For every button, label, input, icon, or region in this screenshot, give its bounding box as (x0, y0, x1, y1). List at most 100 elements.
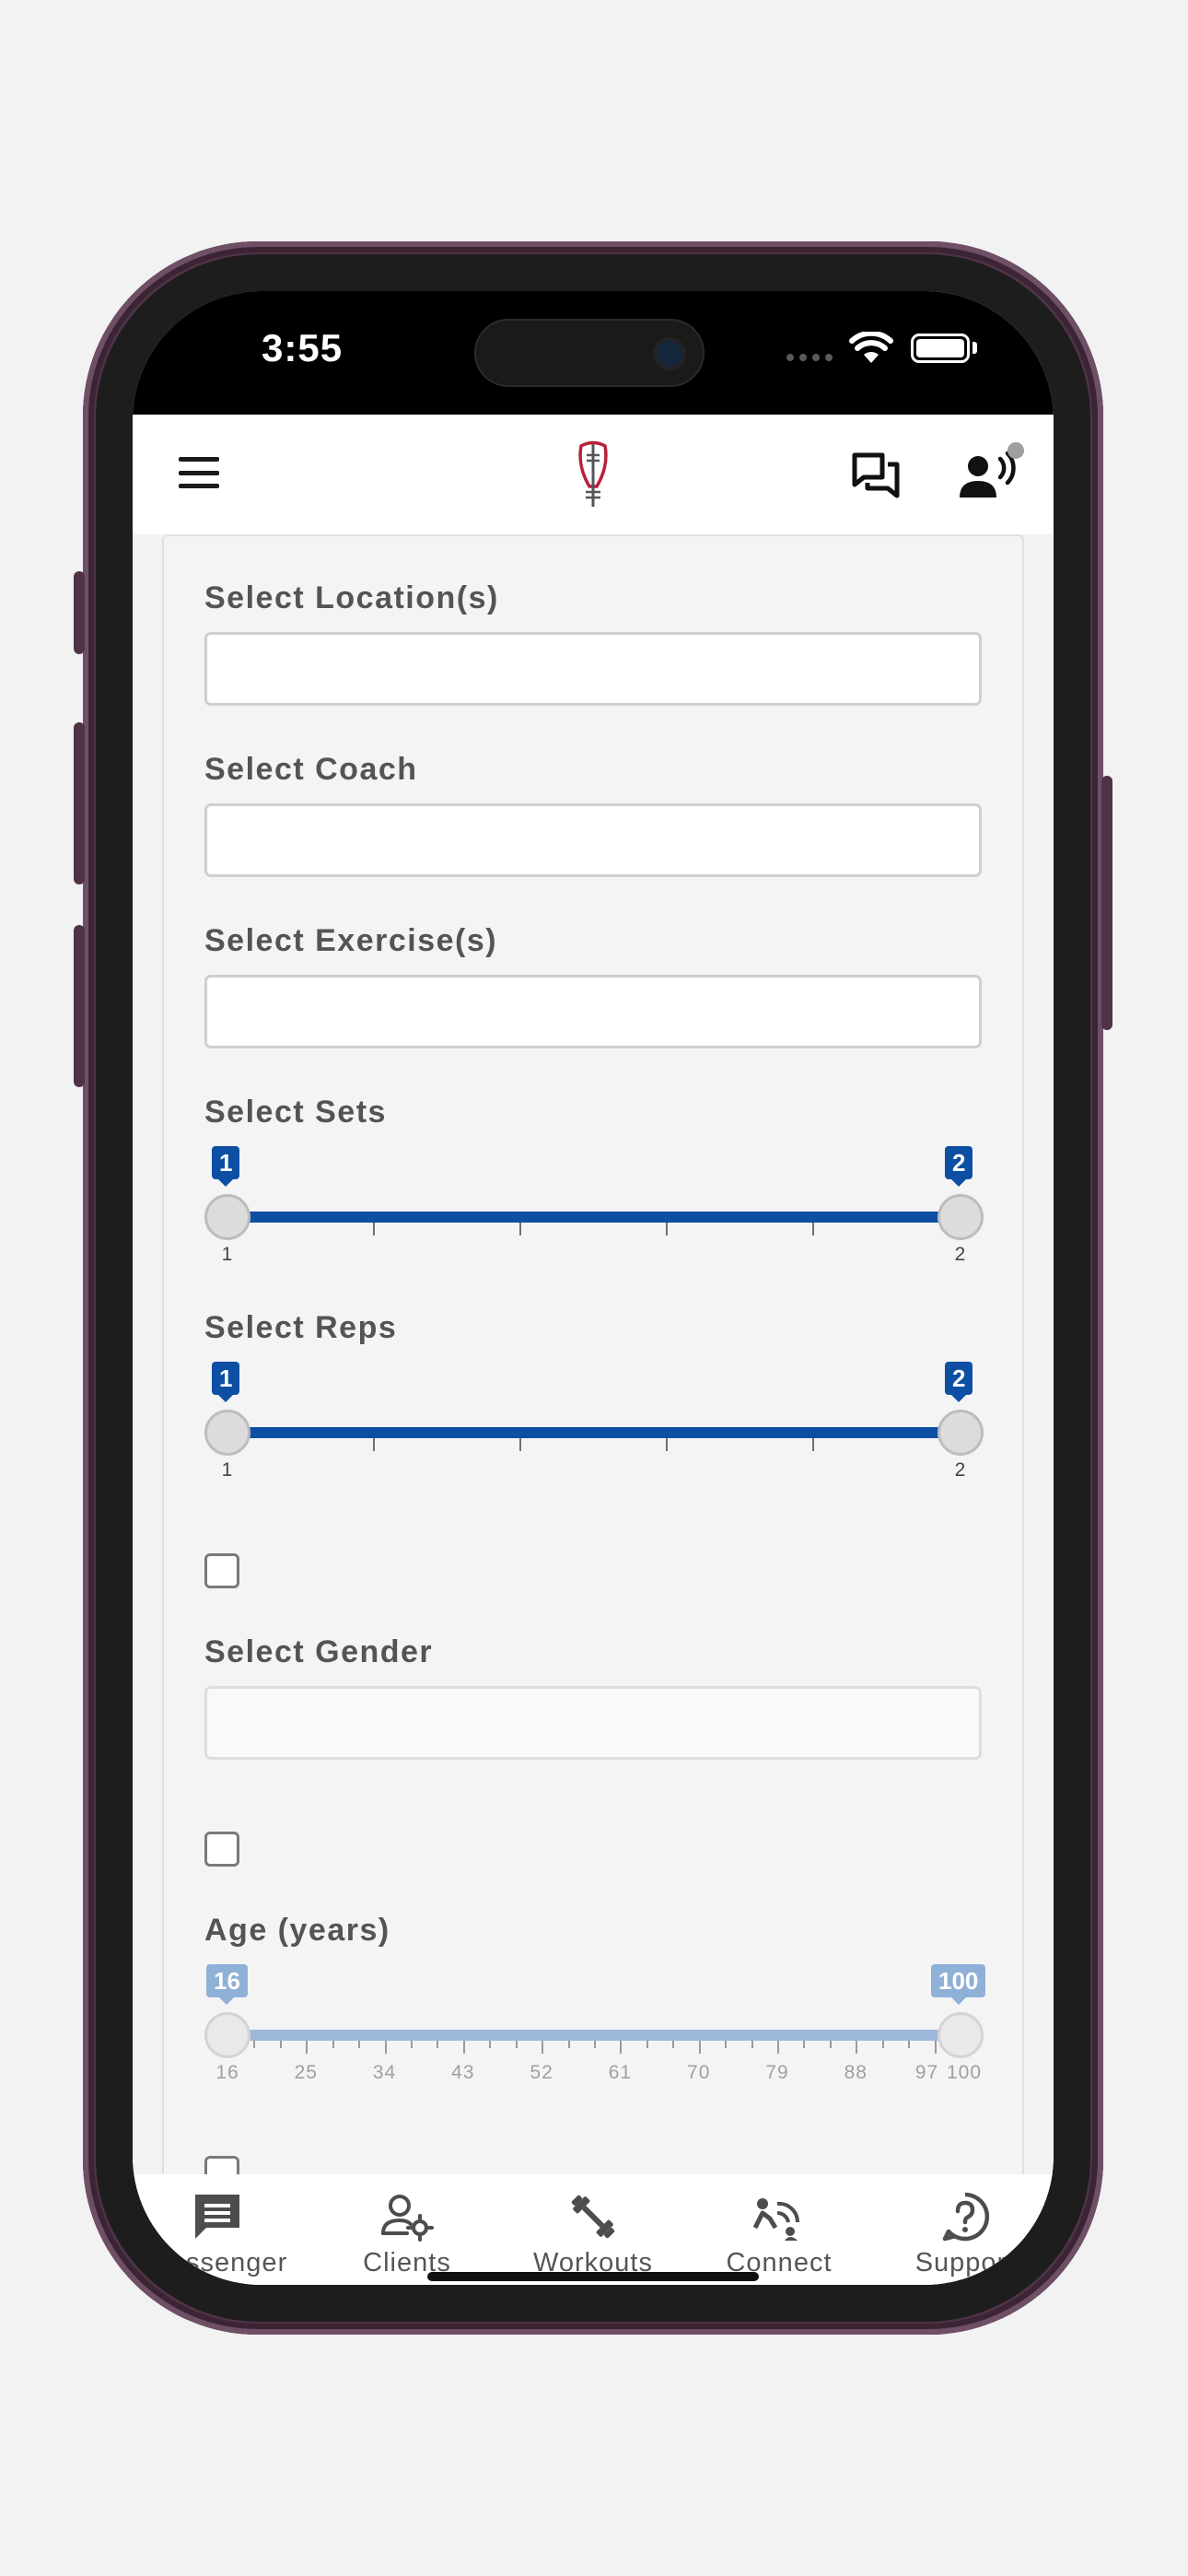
slider-tick (812, 1438, 814, 1451)
slider-minor-tick (803, 2041, 806, 2048)
sets-min-handle[interactable] (204, 1194, 250, 1240)
message-square-icon (195, 2195, 239, 2239)
sets-range-slider[interactable]: 1 2 1 2 (204, 1146, 984, 1275)
slider-minor-tick (672, 2041, 675, 2048)
help-circle-icon (942, 2192, 990, 2242)
slider-major-tick (306, 2041, 309, 2054)
reps-max-handle[interactable] (938, 1410, 984, 1456)
age-label: Age (years) (204, 1913, 390, 1948)
reps-min-bubble: 1 (212, 1362, 240, 1402)
slider-major-tick (934, 2041, 937, 2054)
power-button (1101, 776, 1112, 1030)
age-max-bubble: 100 (931, 1964, 986, 2005)
gender-select[interactable] (204, 1686, 982, 1760)
gender-filter-checkbox[interactable] (204, 1553, 239, 1588)
age-range-slider[interactable]: 16 100 16 25 34 43 52 61 70 79 88 97 100 (204, 1964, 986, 2093)
exercise-label: Select Exercise(s) (204, 923, 498, 958)
chat-bubbles-icon[interactable] (851, 451, 901, 501)
slider-major-tick (856, 2041, 858, 2054)
slider-minor-tick (908, 2041, 911, 2048)
sets-tick-label-min: 1 (221, 1244, 234, 1265)
coach-label: Select Coach (204, 752, 418, 787)
slider-major-tick (542, 2041, 544, 2054)
exercise-select[interactable] (204, 975, 982, 1048)
nav-connect[interactable]: Connect (687, 2191, 871, 2278)
person-voice-icon[interactable] (960, 450, 1017, 501)
slider-minor-tick (279, 2041, 282, 2048)
wifi-icon (849, 332, 893, 363)
slider-major-tick (384, 2041, 387, 2054)
dynamic-island (474, 319, 705, 387)
slider-tick (519, 1438, 521, 1451)
slider-minor-tick (515, 2041, 518, 2048)
sets-slider-track[interactable] (227, 1212, 960, 1223)
sets-max-handle[interactable] (938, 1194, 984, 1240)
coach-select[interactable] (204, 803, 982, 877)
sets-label: Select Sets (204, 1095, 387, 1130)
home-indicator (427, 2272, 759, 2281)
age-tick-label: 70 (687, 2062, 711, 2083)
nav-messenger[interactable]: Messenger (133, 2191, 309, 2278)
age-tick-label: 97 (914, 2062, 939, 2083)
age-tick-label: 34 (372, 2062, 397, 2083)
volume-up-button (74, 722, 85, 884)
status-bar: 3:55 (133, 291, 1054, 415)
person-signal-icon (752, 2198, 800, 2241)
age-tick-label: 52 (530, 2062, 553, 2083)
slider-tick (666, 1438, 668, 1451)
age-min-handle[interactable] (204, 2012, 250, 2058)
slider-minor-tick (489, 2041, 492, 2048)
dumbbell-icon (571, 2195, 615, 2239)
slider-major-tick (620, 2041, 623, 2054)
slider-minor-tick (881, 2041, 884, 2048)
hamburger-icon[interactable] (179, 457, 219, 488)
tuning-fork-logo (578, 440, 608, 507)
location-label: Select Location(s) (204, 580, 499, 615)
age-slider-track[interactable] (227, 2030, 960, 2041)
age-filter-checkbox[interactable] (204, 1832, 239, 1867)
slider-major-tick (462, 2041, 465, 2054)
gender-label: Select Gender (204, 1634, 434, 1669)
slider-minor-tick (411, 2041, 413, 2048)
nav-messenger-label: Messenger (146, 2248, 288, 2277)
user-gear-icon (381, 2195, 434, 2242)
location-select[interactable] (204, 632, 982, 706)
bottom-nav: Messenger Clients Workouts Connect Suppo… (133, 2174, 1054, 2285)
slider-minor-tick (567, 2041, 570, 2048)
filter-content[interactable]: Select Location(s) Select Coach Select E… (133, 534, 1054, 2174)
app-header (133, 415, 1054, 534)
nav-clients[interactable]: Clients (315, 2191, 499, 2278)
age-min-bubble: 16 (206, 1964, 248, 2005)
slider-minor-tick (725, 2041, 728, 2048)
reps-slider-track[interactable] (227, 1427, 960, 1438)
nav-support[interactable]: Support (873, 2191, 1054, 2278)
age-tick-label: 61 (608, 2062, 633, 2083)
age-tick-label: 88 (844, 2062, 868, 2083)
next-filter-checkbox[interactable] (204, 2156, 239, 2174)
age-tick-label: 79 (765, 2062, 789, 2083)
action-button (74, 571, 85, 654)
battery-icon (911, 334, 970, 363)
slider-minor-tick (332, 2041, 334, 2048)
slider-minor-tick (437, 2041, 439, 2048)
age-tick-label: 100 (946, 2062, 983, 2083)
battery-cap (973, 342, 977, 354)
camera-icon (657, 341, 682, 367)
reps-tick-label-min: 1 (221, 1459, 234, 1481)
slider-minor-tick (594, 2041, 596, 2048)
volume-down-button (74, 925, 85, 1087)
slider-minor-tick (358, 2041, 361, 2048)
slider-minor-tick (253, 2041, 256, 2048)
reps-range-slider[interactable]: 1 2 1 2 (204, 1362, 984, 1491)
slider-tick (373, 1438, 375, 1451)
slider-major-tick (698, 2041, 701, 2054)
age-tick-label: 16 (215, 2062, 239, 2083)
slider-tick (666, 1223, 668, 1235)
slider-minor-tick (646, 2041, 648, 2048)
reps-min-handle[interactable] (204, 1410, 250, 1456)
age-tick-label: 43 (451, 2062, 475, 2083)
nav-workouts[interactable]: Workouts (501, 2191, 685, 2278)
age-max-handle[interactable] (938, 2012, 984, 2058)
sets-min-bubble: 1 (212, 1146, 240, 1187)
reps-label: Select Reps (204, 1310, 398, 1345)
